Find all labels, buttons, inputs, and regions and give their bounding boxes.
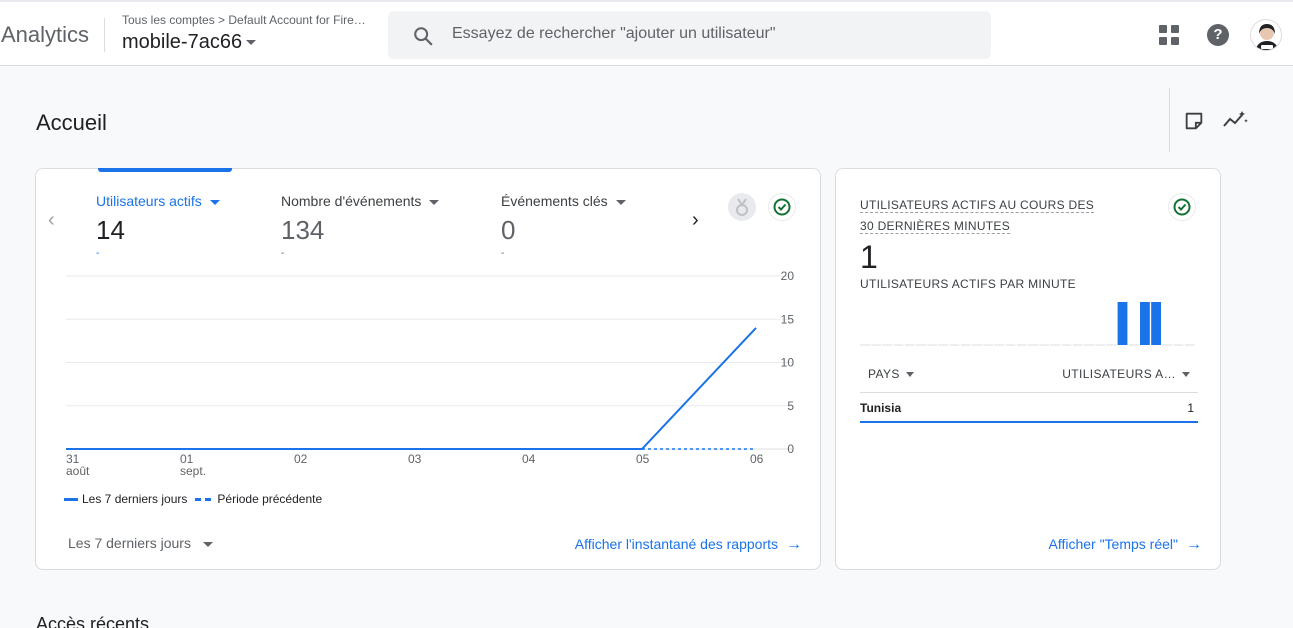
metric-delta: - [281, 248, 285, 259]
metric-active-users[interactable]: Utilisateurs actifs 14 - [96, 193, 220, 259]
arrow-right-icon: → [786, 536, 802, 553]
chevron-down-icon [615, 199, 626, 205]
chevron-down-icon [429, 199, 440, 205]
realtime-link[interactable]: Afficher "Temps réel" → [1048, 536, 1202, 554]
reports-snapshot-link[interactable]: Afficher l'instantané des rapports → [575, 536, 802, 554]
realtime-title-line1: UTILISATEURS ACTIFS AU COURS DES [860, 198, 1095, 213]
metric-key-events[interactable]: Événements clés 0 - [501, 193, 626, 259]
column-country-label: PAYS [868, 367, 900, 381]
minute-bar[interactable] [1151, 302, 1161, 345]
overview-card: ‹ Utilisateurs actifs 14 - Nombre d'évén… [35, 168, 821, 570]
header-divider [104, 18, 105, 52]
row-country: Tunisia [860, 401, 902, 415]
x-tick-label: 04 [522, 452, 536, 466]
metric-label: Événements clés [501, 193, 608, 209]
x-tick-label: sept. [180, 464, 206, 478]
note-icon[interactable] [1183, 110, 1205, 137]
chart-legend: Les 7 derniers jours Période précédente [64, 492, 322, 506]
breadcrumb[interactable]: Tous les comptes > Default Account for F… [122, 13, 366, 27]
column-users-label: UTILISATEURS A… [1062, 367, 1176, 381]
recent-access-title: Accès récents [36, 614, 150, 628]
chevron-down-icon [905, 372, 914, 378]
metric-event-count[interactable]: Nombre d'événements 134 - [281, 193, 440, 259]
realtime-card: UTILISATEURS ACTIFS AU COURS DES 30 DERN… [835, 168, 1221, 570]
legend-previous: Période précédente [217, 492, 323, 506]
realtime-link-label: Afficher "Temps réel" [1048, 536, 1178, 552]
x-tick-label: août [66, 464, 90, 478]
help-icon[interactable]: ? [1207, 24, 1229, 46]
minute-bar[interactable] [1140, 302, 1150, 345]
column-country[interactable]: PAYS [868, 367, 914, 381]
chevron-down-icon [202, 541, 213, 547]
medal-icon[interactable] [728, 193, 756, 221]
app-name[interactable]: Analytics [1, 22, 89, 48]
property-name: mobile-7ac66 [122, 31, 243, 53]
arrow-right-icon: → [1186, 536, 1202, 553]
metric-value: 0 [501, 215, 516, 245]
x-tick-label: 06 [750, 452, 764, 466]
toolbar-divider [1169, 88, 1170, 152]
x-tick-label: 05 [636, 452, 650, 466]
page-title: Accueil [36, 110, 107, 135]
metric-delta: - [501, 248, 505, 259]
x-tick-label: 02 [294, 452, 308, 466]
search-bar[interactable]: Essayez de rechercher "ajouter un utilis… [388, 11, 991, 59]
chevron-down-icon [1182, 372, 1190, 378]
series-line-0[interactable] [66, 327, 757, 450]
table-header: PAYS UTILISATEURS A… [860, 361, 1198, 393]
date-range-value: Les 7 derniers jours [68, 535, 191, 551]
avatar[interactable] [1250, 19, 1282, 51]
metric-value: 14 [96, 215, 125, 245]
legend-swatch-solid [64, 497, 78, 501]
y-tick-label: 10 [781, 356, 795, 370]
apps-grid-icon[interactable] [1159, 25, 1181, 47]
property-selector[interactable]: mobile-7ac66 [122, 31, 257, 54]
metric-label: Utilisateurs actifs [96, 193, 202, 209]
per-minute-bar-chart [860, 302, 1195, 346]
metric-delta: - [96, 248, 100, 259]
chevron-right-icon[interactable]: › [692, 209, 699, 232]
column-users[interactable]: UTILISATEURS A… [1062, 367, 1190, 381]
line-chart: 05101520 31août01sept.02 03 04 05 06 [66, 271, 795, 478]
realtime-title-line2: 30 DERNIÈRES MINUTES [860, 219, 1011, 234]
row-users: 1 [1187, 401, 1194, 415]
top-bar: Analytics Tous les comptes > Default Acc… [0, 0, 1293, 66]
legend-swatch-dashed [195, 497, 212, 501]
x-tick-label: 03 [408, 452, 422, 466]
search-placeholder: Essayez de rechercher "ajouter un utilis… [452, 25, 776, 42]
minute-bar[interactable] [1117, 302, 1128, 345]
insights-icon[interactable] [1222, 108, 1248, 137]
realtime-title[interactable]: UTILISATEURS ACTIFS AU COURS DES 30 DERN… [860, 195, 1100, 237]
y-tick-label: 20 [781, 271, 795, 283]
check-circle-icon[interactable] [1168, 193, 1196, 221]
table-row[interactable]: Tunisia 1 [860, 393, 1198, 423]
legend-current: Les 7 derniers jours [82, 492, 188, 506]
realtime-value: 1 [860, 239, 878, 275]
metric-label: Nombre d'événements [281, 193, 422, 209]
y-tick-label: 0 [787, 442, 794, 456]
per-minute-label: UTILISATEURS ACTIFS PAR MINUTE [860, 277, 1076, 291]
chevron-left-icon[interactable]: ‹ [48, 209, 55, 232]
chevron-down-icon [209, 199, 220, 205]
y-tick-label: 5 [787, 399, 794, 413]
date-range-select[interactable]: Les 7 derniers jours [68, 535, 213, 551]
reports-snapshot-label: Afficher l'instantané des rapports [574, 536, 778, 552]
metric-value: 134 [281, 215, 325, 245]
y-tick-label: 15 [781, 312, 795, 326]
search-icon [412, 25, 434, 52]
check-circle-icon[interactable] [768, 193, 796, 221]
active-tab-indicator [98, 168, 232, 172]
chevron-down-icon [246, 40, 257, 46]
